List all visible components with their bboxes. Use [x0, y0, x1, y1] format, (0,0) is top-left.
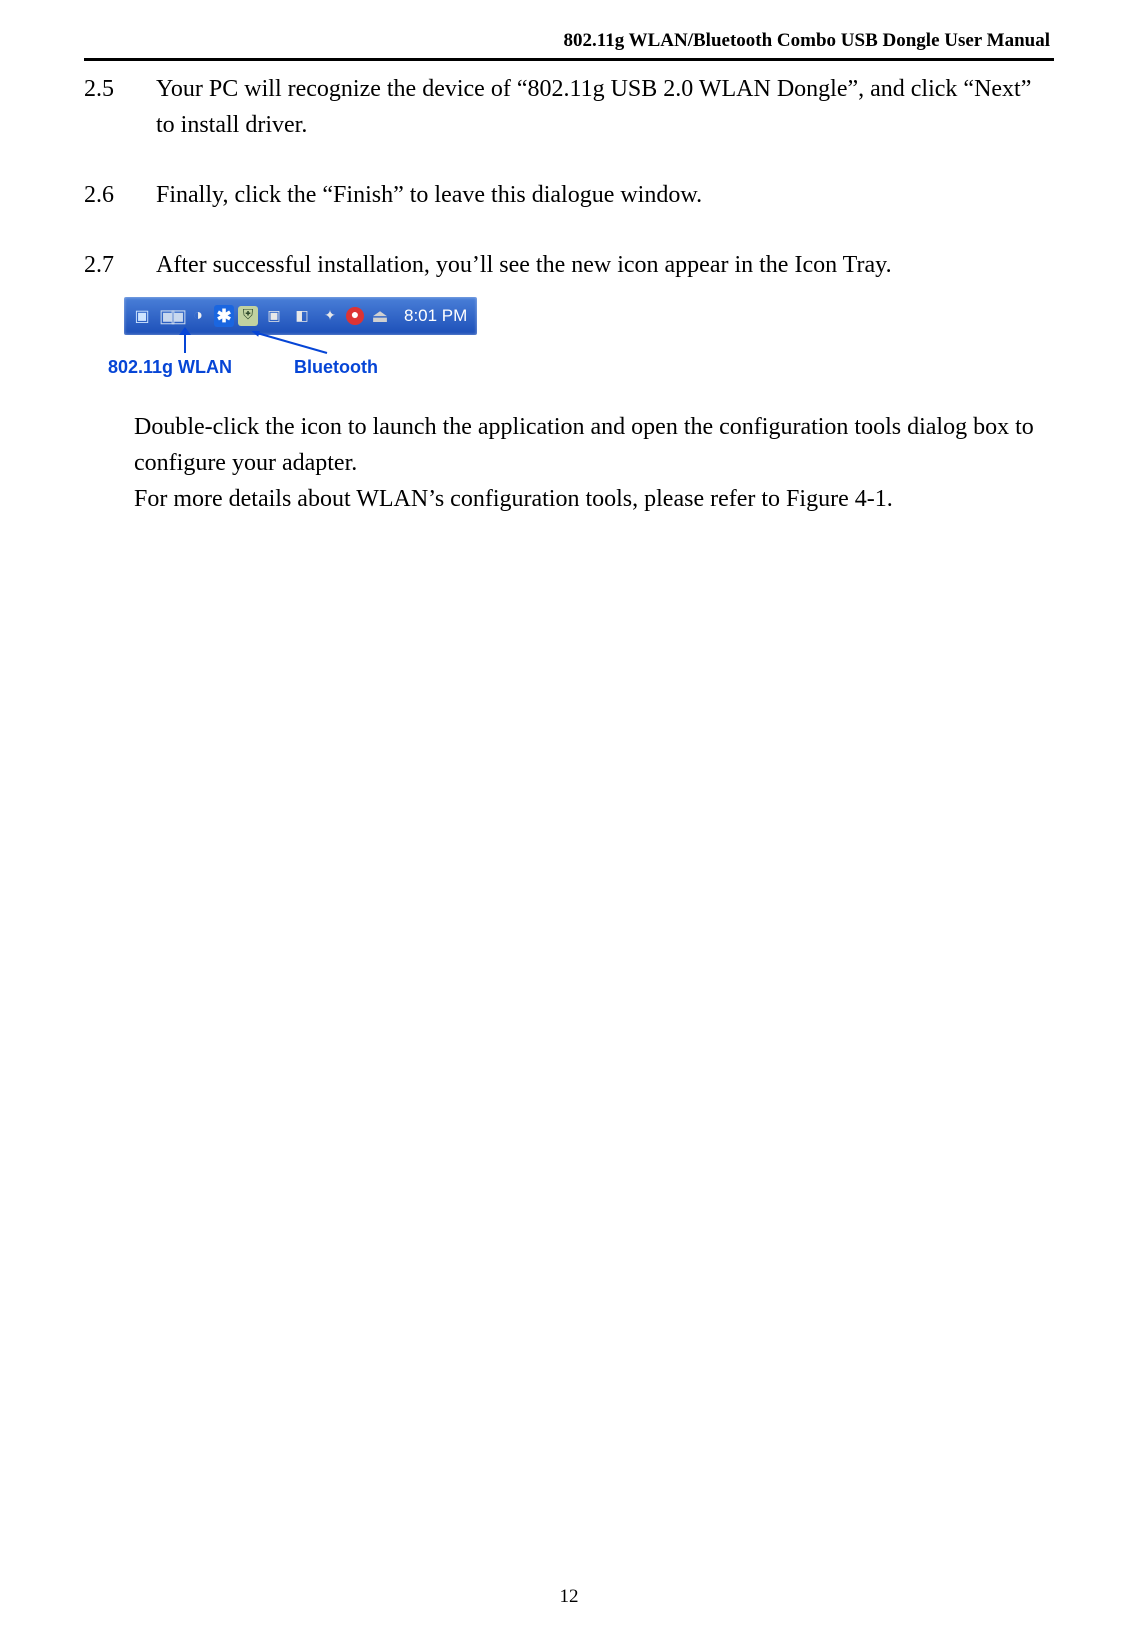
- network-icon-2[interactable]: ◧: [290, 304, 314, 328]
- paragraph-2: For more details about WLAN’s configurat…: [134, 481, 1044, 517]
- step-number: 2.7: [84, 247, 156, 283]
- wlan-tray-icon[interactable]: ▣: [130, 304, 154, 328]
- step-2-7: 2.7 After successful installation, you’l…: [84, 247, 1054, 283]
- step-2-6: 2.6 Finally, click the “Finish” to leave…: [84, 177, 1054, 213]
- alert-icon[interactable]: ●: [346, 307, 364, 325]
- bluetooth-label: Bluetooth: [294, 357, 378, 378]
- shield-icon[interactable]: ⛨: [238, 306, 258, 326]
- arrow-line-icon: [184, 333, 186, 353]
- antivirus-icon[interactable]: ✦: [318, 304, 342, 328]
- step-text: Finally, click the “Finish” to leave thi…: [156, 177, 1054, 213]
- bluetooth-icon[interactable]: ✱: [214, 305, 234, 327]
- volume-icon[interactable]: ◑: [186, 304, 210, 328]
- page-number: 12: [0, 1586, 1138, 1608]
- arrow-diagonal-icon: [252, 331, 332, 355]
- safely-remove-icon[interactable]: ⏏: [368, 304, 392, 328]
- step-number: 2.5: [84, 71, 156, 143]
- system-tray: ▣ ▣▣ ◑ ✱ ⛨ ▣ ◧ ✦ ● ⏏ 8:01 PM: [124, 297, 477, 335]
- tray-clock[interactable]: 8:01 PM: [404, 306, 467, 326]
- header-rule: [84, 58, 1054, 61]
- step-text: After successful installation, you’ll se…: [156, 247, 1054, 283]
- step-2-5: 2.5 Your PC will recognize the device of…: [84, 71, 1054, 143]
- step-number: 2.6: [84, 177, 156, 213]
- wlan-label: 802.11g WLAN: [108, 357, 232, 378]
- network-icon[interactable]: ▣: [262, 304, 286, 328]
- header-title: 802.11g WLAN/Bluetooth Combo USB Dongle …: [84, 30, 1054, 58]
- step-text: Your PC will recognize the device of “80…: [156, 71, 1054, 143]
- paragraph-1: Double-click the icon to launch the appl…: [134, 409, 1044, 481]
- dual-monitor-icon[interactable]: ▣▣: [158, 304, 182, 328]
